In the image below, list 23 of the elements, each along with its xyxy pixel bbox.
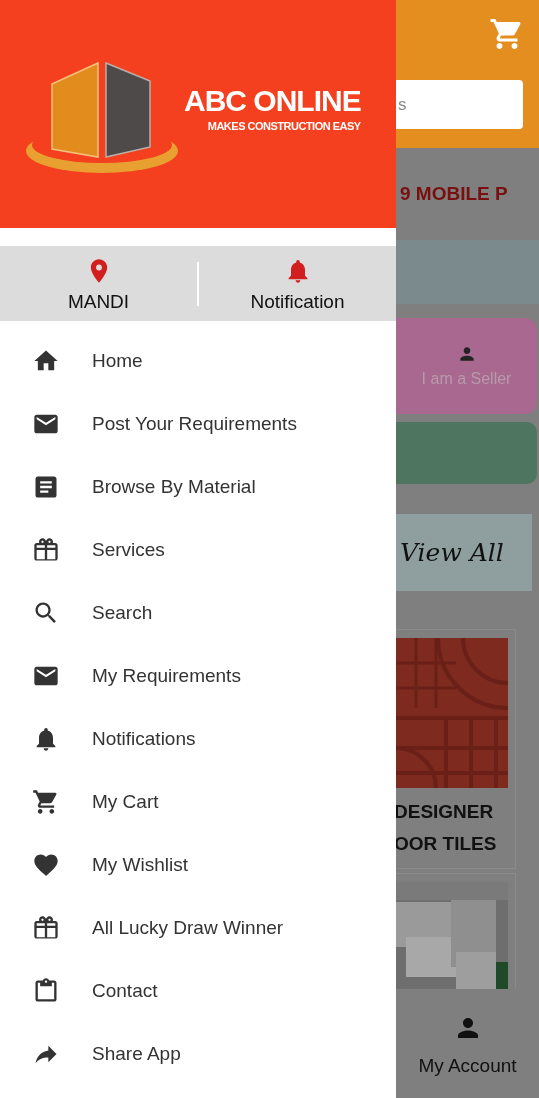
menu-item[interactable]: My Wishlist	[0, 833, 396, 896]
menu-item[interactable]: Home	[0, 329, 396, 392]
menu-item[interactable]: Post Your Requirements	[0, 392, 396, 455]
quick-action[interactable]: MANDI	[0, 253, 197, 314]
search-field[interactable]: s	[396, 80, 523, 129]
view-all-banner[interactable]: View All	[396, 514, 532, 591]
menu-item[interactable]: My Requirements	[0, 644, 396, 707]
menu-item[interactable]: Share App	[0, 1022, 396, 1085]
buyer-card[interactable]	[396, 422, 537, 484]
gift-icon	[32, 913, 60, 942]
menu-item[interactable]: Browse By Material	[0, 455, 396, 518]
menu-item[interactable]: My Cart	[0, 770, 396, 833]
promo-text: 9 MOBILE P	[400, 183, 508, 205]
menu-item[interactable]: Search	[0, 581, 396, 644]
menu-item[interactable]: Services	[0, 518, 396, 581]
brand-tagline: MAKES CONSTRUCTION EASY	[207, 120, 361, 132]
quick-action[interactable]: Notification	[199, 253, 396, 314]
gift-icon	[32, 535, 60, 564]
menu-item[interactable]: All Lucky Draw Winner	[0, 896, 396, 959]
menu-item[interactable]: Contact	[0, 959, 396, 1022]
brand-title: ABC ONLINE	[184, 86, 361, 116]
my-account-tab[interactable]: My Account	[396, 989, 539, 1098]
menu-item[interactable]: Notifications	[0, 707, 396, 770]
